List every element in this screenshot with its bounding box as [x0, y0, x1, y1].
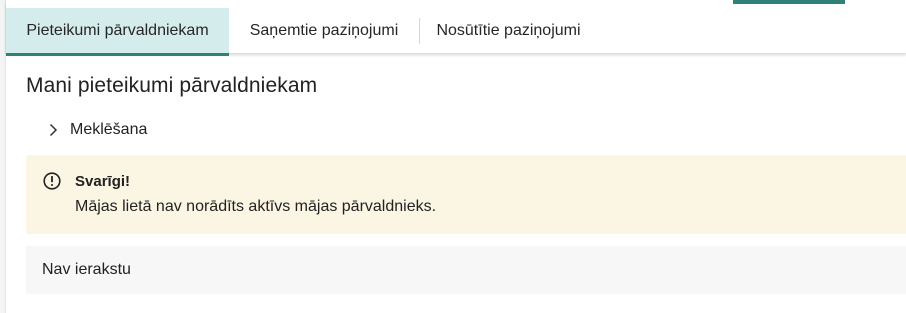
- page-frame: Pieteikumi pārvaldniekam Saņemtie paziņo…: [5, 0, 906, 313]
- chevron-right-icon: [49, 123, 58, 137]
- alert-message: Mājas lietā nav norādīts aktīvs mājas pā…: [75, 198, 437, 215]
- exclamation-circle-icon: [43, 172, 61, 190]
- alert-title: Svarīgi!: [75, 173, 131, 190]
- tab-sanemtie-pazinojumi[interactable]: Saņemtie paziņojumi: [229, 8, 419, 53]
- page-title: Mani pieteikumi pārvaldniekam: [26, 74, 318, 97]
- tab-pieteikumi-parvaldniekam[interactable]: Pieteikumi pārvaldniekam: [6, 8, 229, 56]
- empty-results-row: Nav ierakstu: [26, 246, 906, 294]
- tab-nosutitie-pazinojumi[interactable]: Nosūtītie paziņojumi: [420, 8, 597, 53]
- top-accent-bar: [733, 0, 845, 4]
- empty-results-text: Nav ierakstu: [42, 261, 131, 278]
- tab-bar: Pieteikumi pārvaldniekam Saņemtie paziņo…: [6, 0, 906, 56]
- search-toggle[interactable]: Meklēšana: [46, 118, 147, 142]
- warning-alert: Svarīgi! Mājas lietā nav norādīts aktīvs…: [26, 155, 906, 234]
- search-toggle-label: Meklēšana: [70, 121, 148, 138]
